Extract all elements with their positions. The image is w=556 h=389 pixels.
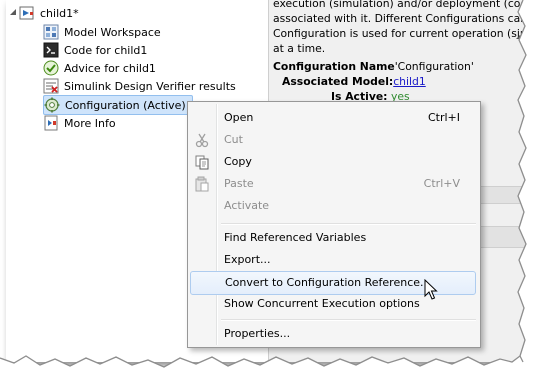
menu-item-export[interactable]: Export... — [190, 249, 476, 271]
description-line: at a time. — [273, 42, 326, 55]
menu-item-find-referenced-variables[interactable]: Find Referenced Variables — [190, 227, 476, 249]
menu-item-cut[interactable]: Cut — [190, 129, 476, 151]
tree-item-label: Model Workspace — [64, 25, 161, 39]
tree-item-code[interactable]: Code for child1 — [43, 41, 147, 59]
configuration-name-label: Configuration Name — [273, 60, 395, 73]
menu-item-label: Activate — [224, 199, 270, 212]
mouse-pointer-icon — [424, 279, 438, 300]
scroll-up-arrow-icon[interactable] — [515, 32, 525, 42]
copy-icon — [195, 155, 209, 170]
advice-check-icon — [43, 60, 59, 76]
tree-item-more-info[interactable]: More Info — [43, 114, 116, 132]
code-icon — [43, 42, 59, 58]
context-menu: Open Ctrl+I Cut Copy Paste Ctrl+V Activa… — [187, 101, 481, 348]
tree-item-label: Code for child1 — [64, 43, 148, 57]
scissors-icon — [195, 133, 209, 148]
configuration-name-row: Configuration Name'Configuration' — [273, 59, 523, 74]
tree-item-model-workspace[interactable]: Model Workspace — [43, 23, 161, 41]
menu-item-label: Properties... — [224, 327, 291, 340]
tree-node-child1[interactable]: child1* — [19, 4, 79, 22]
menu-item-label: Cut — [224, 133, 243, 146]
menu-item-paste[interactable]: Paste Ctrl+V — [190, 173, 476, 195]
menu-item-open[interactable]: Open Ctrl+I — [190, 107, 476, 129]
paste-clipboard-icon — [195, 176, 209, 192]
configuration-name-value: 'Configuration' — [394, 60, 474, 73]
more-info-icon — [44, 115, 58, 131]
menu-item-label: Copy — [224, 155, 252, 168]
collapse-triangle-icon[interactable] — [9, 8, 17, 16]
model-explorer-window: child1* Model Workspace Code for child1 — [6, 0, 526, 362]
menu-item-label: Convert to Configuration Reference... — [225, 276, 431, 289]
menu-item-properties[interactable]: Properties... — [190, 323, 476, 345]
menu-item-label: Open — [224, 111, 254, 124]
menu-item-activate[interactable]: Activate — [190, 195, 476, 217]
tree-item-label: Advice for child1 — [64, 61, 156, 75]
description-line: execution (simulation) and/or deployment… — [273, 0, 523, 10]
tree-item-configuration-active[interactable]: Configuration (Active) — [43, 95, 193, 115]
model-workspace-icon — [43, 24, 59, 40]
tree-item-label: Configuration (Active) — [65, 98, 186, 112]
tree-item-label: Simulink Design Verifier results — [64, 79, 236, 93]
simulink-model-icon — [19, 6, 34, 20]
menu-item-label: Show Concurrent Execution options — [224, 297, 420, 310]
menu-item-copy[interactable]: Copy — [190, 151, 476, 173]
tree-item-verifier-results[interactable]: Simulink Design Verifier results — [43, 77, 236, 95]
tree-item-advice[interactable]: Advice for child1 — [43, 59, 156, 77]
menu-separator — [221, 223, 476, 225]
description-line: associated with it. Different Configurat… — [273, 12, 523, 25]
description-line: Configuration is used for current operat… — [273, 27, 523, 40]
menu-item-shortcut: Ctrl+I — [427, 111, 460, 124]
menu-item-label: Export... — [224, 253, 271, 266]
associated-model-label: Associated Model: — [282, 75, 394, 88]
verifier-results-icon — [43, 78, 59, 94]
associated-model-link[interactable]: child1 — [393, 75, 426, 88]
tree-root-label: child1* — [40, 6, 79, 20]
menu-item-shortcut: Ctrl+V — [423, 177, 460, 190]
configuration-gear-icon — [44, 97, 60, 113]
associated-model-row: Associated Model:child1 — [273, 74, 523, 89]
menu-separator — [221, 319, 476, 321]
menu-item-label: Paste — [224, 177, 254, 190]
tree-item-label: More Info — [64, 116, 116, 130]
menu-item-label: Find Referenced Variables — [224, 231, 367, 244]
configuration-description: execution (simulation) and/or deployment… — [273, 0, 523, 104]
